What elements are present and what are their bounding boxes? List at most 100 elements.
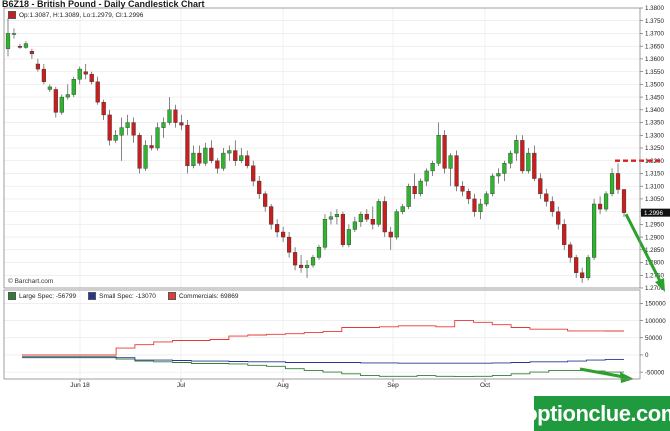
candle (382, 196, 387, 238)
candle-body (263, 193, 268, 207)
candle (167, 97, 172, 126)
candle-body (442, 135, 447, 169)
cot-tick-label: 50000 (645, 335, 663, 342)
candle (185, 120, 190, 174)
ohlc-legend: Op:1.3087, H:1.3089, Lo:1.2979, Cl:1.299… (8, 11, 143, 19)
candle-body (502, 163, 507, 174)
candle-body (496, 173, 501, 177)
candle-body (119, 127, 124, 136)
candle-body (478, 203, 483, 212)
candle (131, 117, 136, 143)
candle (95, 76, 100, 105)
candle (161, 117, 166, 138)
candle-body (239, 155, 244, 161)
candle-body (107, 114, 112, 141)
candle-body (436, 135, 441, 164)
candle (143, 140, 148, 171)
candle (615, 163, 621, 194)
candle (340, 211, 346, 248)
candle (125, 114, 130, 136)
candle-body (173, 109, 178, 123)
candle-body (340, 213, 346, 245)
candle-body (227, 150, 232, 154)
candle-body (609, 173, 615, 195)
candle-body (17, 45, 23, 48)
candle-body (41, 68, 46, 83)
candle-body (322, 219, 328, 248)
candle-body (179, 122, 184, 126)
candle-body (526, 152, 531, 172)
price-tick-label: 1.3100 (645, 183, 664, 190)
candle (310, 254, 316, 268)
cot-lines (22, 320, 624, 378)
candle (406, 183, 411, 210)
candle-body (550, 201, 555, 212)
candle (47, 84, 52, 92)
chart-canvas: 1.38001.37501.37001.36501.36001.35501.35… (3, 5, 670, 389)
price-tick-label: 1.2900 (645, 234, 664, 241)
candle (466, 188, 471, 204)
candle-body (155, 127, 160, 149)
candle-body (47, 86, 52, 90)
price-tick-label: 1.3250 (645, 145, 664, 152)
candle (23, 41, 29, 49)
candle (71, 76, 76, 98)
cot-legend: Large Spec: -56799 Small Spec: -13070 Co… (8, 292, 250, 300)
candle (107, 109, 112, 146)
candle-body (358, 213, 363, 223)
candle (101, 99, 106, 120)
legend-large-spec: Large Spec: -56799 (8, 292, 76, 300)
price-grid (4, 8, 640, 379)
candle-body (304, 264, 310, 268)
candle-body (544, 193, 549, 202)
candle (586, 254, 591, 281)
price-tick-label: 1.3700 (645, 31, 664, 38)
x-tick-label: Jul (177, 382, 186, 389)
candle-body (346, 229, 351, 245)
ohlc-swatch (8, 11, 16, 19)
legend-small-spec: Small Spec: -13070 (88, 292, 156, 300)
candle (209, 140, 214, 164)
price-tick-label: 1.3300 (645, 132, 664, 139)
candle-body (269, 206, 274, 225)
candle-body (23, 43, 29, 48)
candle-body (376, 201, 381, 225)
candle (526, 148, 531, 174)
candle-body (281, 231, 286, 238)
candle-body (125, 122, 130, 128)
candle-body (286, 236, 292, 253)
candle (113, 130, 118, 143)
candle-body (257, 180, 262, 195)
candle (574, 254, 579, 278)
candle (376, 198, 381, 227)
candle (550, 196, 555, 217)
candle (275, 219, 280, 238)
candle (412, 173, 417, 199)
commercials-swatch (167, 292, 176, 300)
candle (394, 209, 399, 240)
candle (221, 148, 226, 171)
candle-body (209, 147, 214, 161)
price-tick-label: 1.3350 (645, 120, 664, 127)
candle (568, 242, 573, 263)
price-tick-label: 1.2950 (645, 222, 664, 229)
candle-body (53, 89, 58, 113)
candle-body (131, 122, 136, 136)
candle (77, 66, 82, 85)
commercials-label: Commercials: 69869 (178, 292, 239, 300)
candle-body (352, 221, 357, 230)
x-tick-label: Jun 18 (70, 382, 90, 389)
candle (53, 86, 58, 118)
candle-body (149, 145, 154, 149)
candle-body (568, 244, 573, 258)
candle-body (29, 51, 35, 55)
candle (591, 198, 597, 260)
price-tick-label: 1.3500 (645, 82, 664, 89)
candle (603, 191, 609, 212)
candle-body (5, 33, 11, 49)
candle (35, 58, 41, 72)
candle-body (490, 175, 495, 195)
candle (281, 226, 286, 243)
candle-body (406, 185, 411, 207)
watermark-logo[interactable]: optionclue.com (524, 396, 670, 431)
